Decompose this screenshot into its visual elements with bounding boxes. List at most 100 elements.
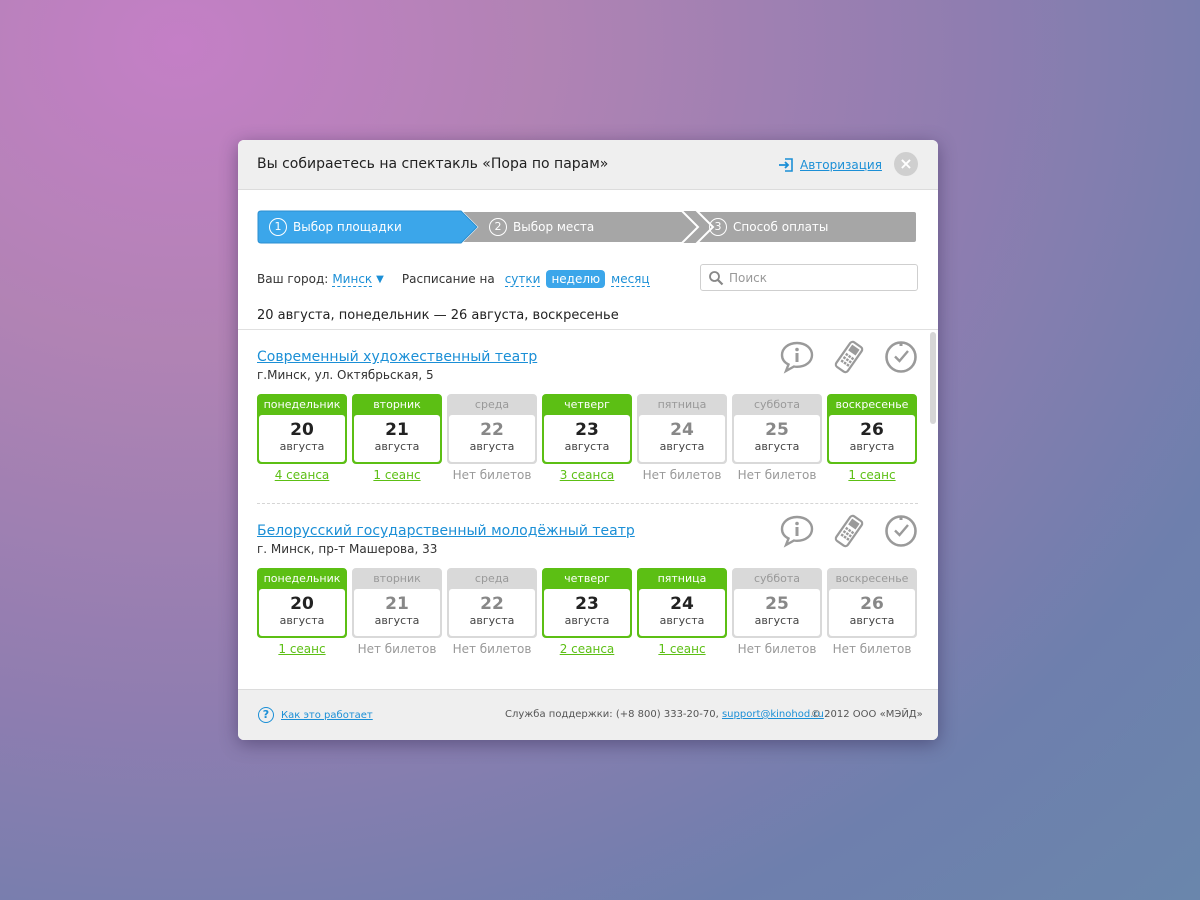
period-day[interactable]: сутки <box>504 272 541 287</box>
no-tickets-label: Нет билетов <box>452 468 532 482</box>
help-label[interactable]: Как это работает <box>281 710 373 721</box>
day-month: августа <box>374 614 420 627</box>
modal-footer: ? Как это работает Служба поддержки: (+8… <box>238 689 938 740</box>
period-week[interactable]: неделю <box>546 270 606 288</box>
day-row: понедельник 20 августа 4 сеанса вторник 2… <box>257 394 917 482</box>
step-label: Выбор площадки <box>293 220 402 234</box>
sessions-link[interactable]: 3 сеанса <box>542 468 632 482</box>
day-name: суббота <box>753 398 800 411</box>
day-month: августа <box>849 440 895 453</box>
day-card[interactable]: пятница 24 августа <box>637 568 727 638</box>
no-tickets-label: Нет билетов <box>737 468 817 482</box>
phone-icon[interactable] <box>832 514 866 548</box>
day-name: воскресенье <box>835 398 909 411</box>
date-range-heading: 20 августа, понедельник — 26 августа, во… <box>257 308 619 323</box>
clock-icon[interactable] <box>884 340 918 374</box>
sessions-link[interactable]: 1 сеанс <box>257 642 347 656</box>
day-month: августа <box>849 614 895 627</box>
day-month: августа <box>659 614 705 627</box>
venue-name-link[interactable]: Белорусский государственный молодёжный т… <box>257 523 635 539</box>
info-icon[interactable] <box>780 514 814 548</box>
support-info: Служба поддержки: (+8 800) 333-20-70, su… <box>505 709 824 720</box>
sessions-link[interactable]: 2 сеанса <box>542 642 632 656</box>
day-month: августа <box>564 614 610 627</box>
day-thursday: четверг 23 августа 3 сеанса <box>542 394 632 482</box>
period-month[interactable]: месяц <box>611 272 650 287</box>
day-name: суббота <box>753 572 800 585</box>
day-month: августа <box>564 440 610 453</box>
phone-icon[interactable] <box>832 340 866 374</box>
search-placeholder: Поиск <box>729 270 768 285</box>
day-thursday: четверг 23 августа 2 сеанса <box>542 568 632 656</box>
modal-title: Вы собираетесь на спектакль «Пора по пар… <box>257 156 609 172</box>
day-card: среда 22 августа <box>447 394 537 464</box>
venue-list[interactable]: Современный художественный театр г.Минск… <box>238 329 938 689</box>
step-label: Способ оплаты <box>733 220 829 234</box>
day-month: августа <box>279 614 325 627</box>
info-icon[interactable] <box>780 340 814 374</box>
no-tickets-label: Нет билетов <box>452 642 532 656</box>
day-card[interactable]: понедельник 20 августа <box>257 394 347 464</box>
day-monday: понедельник 20 августа 1 сеанс <box>257 568 347 656</box>
day-month: августа <box>374 440 420 453</box>
day-number: 21 <box>385 420 409 440</box>
sessions-link[interactable]: 1 сеанс <box>637 642 727 656</box>
day-tuesday: вторник 21 августа 1 сеанс <box>352 394 442 482</box>
steps-bar: 1 Выбор площадки 2 Выбор места 3 Способ … <box>257 210 918 244</box>
no-tickets-label: Нет билетов <box>832 642 912 656</box>
day-wednesday: среда 22 августа Нет билетов <box>447 568 537 656</box>
step-3[interactable]: 3 Способ оплаты <box>709 218 828 236</box>
day-number: 24 <box>670 594 694 614</box>
sessions-link[interactable]: 1 сеанс <box>352 468 442 482</box>
day-card: пятница 24 августа <box>637 394 727 464</box>
day-sunday: воскресенье 26 августа 1 сеанс <box>827 394 917 482</box>
day-sunday: воскресенье 26 августа Нет билетов <box>827 568 917 656</box>
day-number: 21 <box>385 594 409 614</box>
day-card[interactable]: четверг 23 августа <box>542 394 632 464</box>
day-friday: пятница 24 августа 1 сеанс <box>637 568 727 656</box>
day-month: августа <box>279 440 325 453</box>
day-month: августа <box>469 614 515 627</box>
help-link[interactable]: ? Как это работает <box>258 707 373 723</box>
step-2[interactable]: 2 Выбор места <box>489 218 594 236</box>
day-card[interactable]: понедельник 20 августа <box>257 568 347 638</box>
day-number: 22 <box>480 420 504 440</box>
day-saturday: суббота 25 августа Нет билетов <box>732 568 822 656</box>
help-icon[interactable]: ? <box>258 707 274 723</box>
clock-icon[interactable] <box>884 514 918 548</box>
day-name: пятница <box>657 398 707 411</box>
day-name: воскресенье <box>835 572 909 585</box>
venue-card: Белорусский государственный молодёжный т… <box>257 514 918 656</box>
close-icon[interactable]: × <box>894 152 918 176</box>
sessions-link[interactable]: 1 сеанс <box>827 468 917 482</box>
day-number: 24 <box>670 420 694 440</box>
search-input[interactable]: Поиск <box>700 264 918 291</box>
day-name: среда <box>474 398 510 411</box>
day-name: вторник <box>373 572 421 585</box>
support-email-link[interactable]: support@kinohod.ru <box>722 709 824 720</box>
no-tickets-label: Нет билетов <box>737 642 817 656</box>
day-saturday: суббота 25 августа Нет билетов <box>732 394 822 482</box>
chevron-down-icon[interactable]: ▼ <box>376 274 384 285</box>
day-month: августа <box>754 440 800 453</box>
day-monday: понедельник 20 августа 4 сеанса <box>257 394 347 482</box>
day-number: 25 <box>765 594 789 614</box>
step-1[interactable]: 1 Выбор площадки <box>269 218 402 236</box>
auth-link[interactable]: Авторизация <box>778 157 882 173</box>
modal-dialog: Вы собираетесь на спектакль «Пора по пар… <box>238 140 938 740</box>
scrollbar[interactable] <box>930 332 936 424</box>
day-name: четверг <box>564 572 610 585</box>
day-number: 23 <box>575 420 599 440</box>
filters-row: Ваш город: Минск ▼ Расписание на сутки н… <box>257 270 650 288</box>
city-select[interactable]: Минск <box>332 272 373 287</box>
venue-name-link[interactable]: Современный художественный театр <box>257 349 537 365</box>
step-number: 2 <box>489 218 507 236</box>
day-card[interactable]: вторник 21 августа <box>352 394 442 464</box>
day-card[interactable]: воскресенье 26 августа <box>827 394 917 464</box>
copyright: © 2012 ООО «МЭЙД» <box>811 709 923 720</box>
auth-label[interactable]: Авторизация <box>800 158 882 172</box>
day-card[interactable]: четверг 23 августа <box>542 568 632 638</box>
sessions-link[interactable]: 4 сеанса <box>257 468 347 482</box>
step-number: 1 <box>269 218 287 236</box>
day-card: суббота 25 августа <box>732 394 822 464</box>
